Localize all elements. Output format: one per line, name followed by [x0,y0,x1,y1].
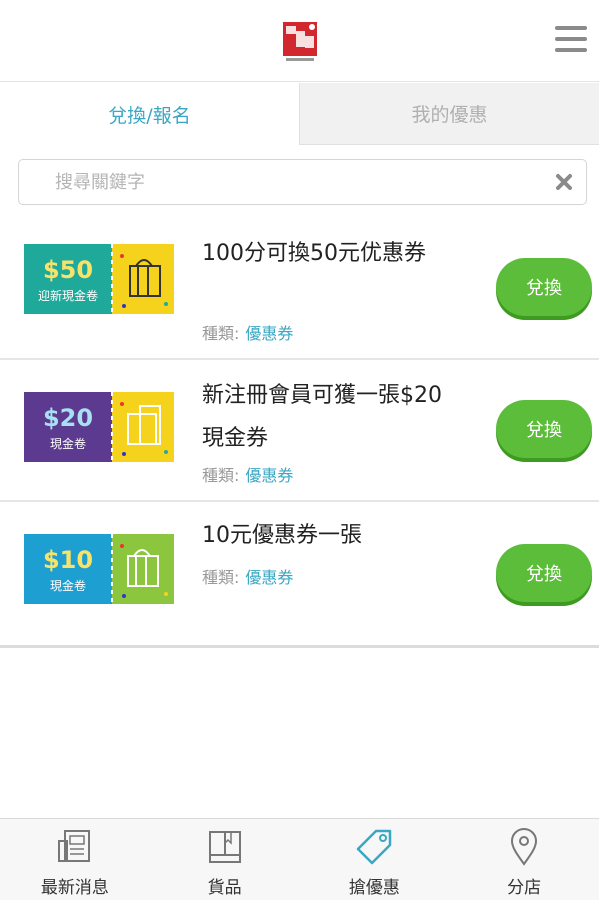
news-icon [57,830,90,862]
category-value: 優惠券 [245,568,294,587]
tag-icon [357,829,392,865]
offer-category-row: 種類: 優惠券 [202,320,293,344]
tab-bar: 兌換/報名 我的優惠 [0,83,599,145]
redeem-button[interactable]: 兌換 [496,400,592,458]
coupon-amount: $10 [43,546,93,574]
redeem-button[interactable]: 兌換 [496,544,592,602]
nav-item-deals[interactable]: 搶優惠 [300,819,450,900]
tab-redeem-register[interactable]: 兌換/報名 [0,83,299,145]
app-logo[interactable] [283,22,317,62]
offer-title[interactable]: 100分可換50元优惠券 [202,232,462,275]
coupon-image[interactable]: $20 現金卷 [24,392,174,462]
bottom-nav: 最新消息 貨品 搶優惠 分店 [0,818,599,900]
app-header [0,0,599,82]
nav-label: 貨品 [207,878,242,898]
coupon-image[interactable]: $50 迎新現金卷 [24,244,174,314]
offer-category-row: 種類: 優惠券 [202,564,293,588]
coupon-caption: 現金卷 [50,578,86,593]
category-label: 種類: [202,324,240,343]
tab-my-offers[interactable]: 我的優惠 [299,83,599,145]
nav-item-news[interactable]: 最新消息 [0,819,150,900]
coupon-caption: 現金卷 [50,436,86,451]
category-value: 優惠券 [245,466,294,485]
book-icon [208,831,241,863]
hamburger-menu-icon[interactable] [555,26,587,54]
category-value: 優惠券 [245,324,294,343]
category-label: 種類: [202,466,240,485]
offer-list: $50 迎新現金卷 100分可換50元优惠券 種類: 優惠券 兌換 $20 現金卷… [0,218,599,648]
redeem-button[interactable]: 兌換 [496,258,592,316]
offer-title[interactable]: 新注冊會員可獲一張$20現金券 [202,374,462,460]
list-item: $10 現金卷 10元優惠券一張 種類: 優惠券 兌換 [0,502,599,648]
coupon-amount: $50 [43,256,93,284]
category-label: 種類: [202,568,240,587]
nav-label: 最新消息 [40,878,109,898]
coupon-amount: $20 [43,404,93,432]
coupon-image[interactable]: $10 現金卷 [24,534,174,604]
nav-item-products[interactable]: 貨品 [150,819,300,900]
search-input[interactable] [33,160,553,204]
offer-category-row: 種類: 優惠券 [202,462,293,486]
search-box [18,159,587,205]
nav-item-stores[interactable]: 分店 [449,819,599,900]
location-pin-icon [511,828,538,866]
offer-title[interactable]: 10元優惠券一張 [202,514,462,557]
clear-x-icon[interactable] [552,170,576,194]
nav-label: 搶優惠 [348,878,400,898]
list-item: $50 迎新現金卷 100分可換50元优惠券 種類: 優惠券 兌換 [0,218,599,360]
nav-label: 分店 [507,878,542,898]
list-item: $20 現金卷 新注冊會員可獲一張$20現金券 種類: 優惠券 兌換 [0,360,599,502]
coupon-caption: 迎新現金卷 [38,288,98,303]
